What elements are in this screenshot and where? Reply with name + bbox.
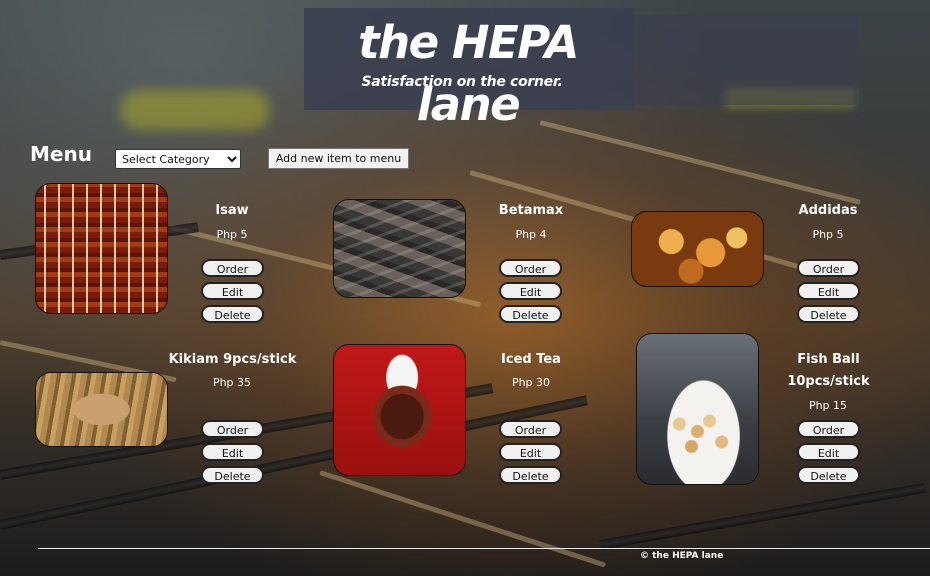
item-image <box>631 211 764 287</box>
item-price: Php 15 <box>808 399 848 412</box>
item-name: Addidas <box>798 203 858 218</box>
item-image <box>636 333 759 485</box>
item-name: Fish Ball 10pcs/stick <box>787 352 870 389</box>
edit-button[interactable]: Edit <box>499 443 562 461</box>
edit-button[interactable]: Edit <box>797 282 860 300</box>
edit-button[interactable]: Edit <box>201 443 264 461</box>
order-button[interactable]: Order <box>499 259 562 277</box>
edit-button[interactable]: Edit <box>499 282 562 300</box>
edit-button[interactable]: Edit <box>201 282 264 300</box>
delete-button[interactable]: Delete <box>499 466 562 484</box>
site-tagline: Satisfaction on the corner. <box>361 74 563 90</box>
delete-button[interactable]: Delete <box>201 466 264 484</box>
header-banner-extension <box>634 15 857 105</box>
delete-button[interactable]: Delete <box>797 305 860 323</box>
item-price: Php 30 <box>511 376 551 389</box>
item-price: Php 4 <box>515 228 547 241</box>
item-name: Iced Tea <box>501 352 561 367</box>
footer-divider <box>38 548 930 549</box>
category-select[interactable]: Select Category <box>115 149 241 169</box>
item-price: Php 35 <box>212 376 252 389</box>
order-button[interactable]: Order <box>797 259 860 277</box>
item-image <box>35 372 168 447</box>
item-name: Betamax <box>498 203 564 218</box>
background-blur <box>120 90 270 130</box>
background-grill <box>599 482 926 550</box>
item-name: Kikiam 9pcs/stick <box>168 352 297 367</box>
background-skewer <box>319 470 607 568</box>
item-price: Php 5 <box>216 228 248 241</box>
menu-heading: Menu <box>30 142 92 166</box>
item-name: Isaw <box>215 203 249 218</box>
item-price: Php 5 <box>812 228 844 241</box>
delete-button[interactable]: Delete <box>797 466 860 484</box>
edit-button[interactable]: Edit <box>797 443 860 461</box>
delete-button[interactable]: Delete <box>201 305 264 323</box>
order-button[interactable]: Order <box>201 420 264 438</box>
page-background: the HEPA lane Satisfaction on the corner… <box>0 0 930 576</box>
item-image <box>333 344 466 476</box>
item-image <box>333 199 466 298</box>
order-button[interactable]: Order <box>201 259 264 277</box>
delete-button[interactable]: Delete <box>499 305 562 323</box>
order-button[interactable]: Order <box>499 420 562 438</box>
order-button[interactable]: Order <box>797 420 860 438</box>
add-item-button[interactable]: Add new item to menu <box>268 148 409 169</box>
item-image <box>35 183 168 314</box>
footer-copyright: © the HEPA lane <box>640 551 724 561</box>
